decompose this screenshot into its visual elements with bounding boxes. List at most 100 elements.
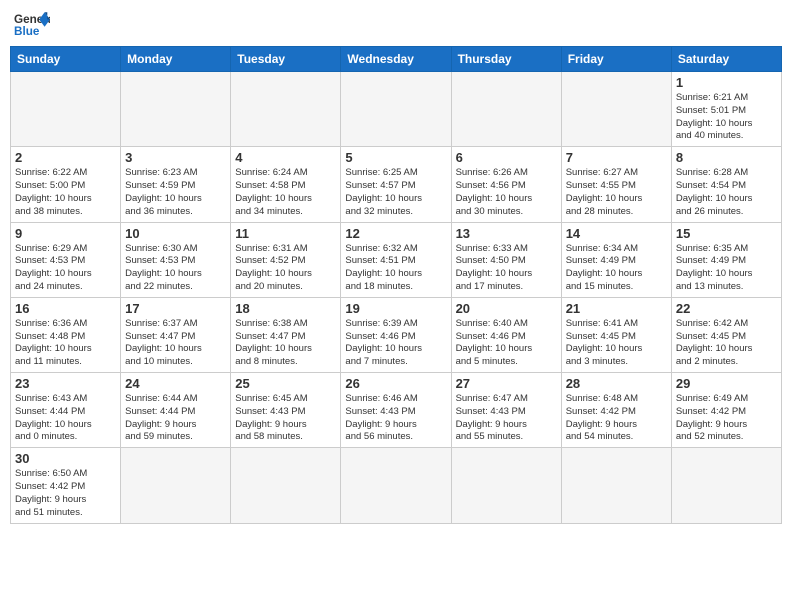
calendar-cell: 3 Sunrise: 6:23 AM Sunset: 4:59 PM Daylig… bbox=[121, 147, 231, 222]
day-number: 11 bbox=[235, 226, 336, 241]
day-number: 13 bbox=[456, 226, 557, 241]
day-number: 15 bbox=[676, 226, 777, 241]
calendar-week-row: 16 Sunrise: 6:36 AM Sunset: 4:48 PM Dayli… bbox=[11, 297, 782, 372]
calendar-cell: 25 Sunrise: 6:45 AM Sunset: 4:43 PM Dayli… bbox=[231, 373, 341, 448]
cell-info: Sunrise: 6:34 AM Sunset: 4:49 PM Dayligh… bbox=[566, 243, 667, 294]
day-number: 28 bbox=[566, 376, 667, 391]
calendar-cell: 7 Sunrise: 6:27 AM Sunset: 4:55 PM Daylig… bbox=[561, 147, 671, 222]
calendar-cell: 19 Sunrise: 6:39 AM Sunset: 4:46 PM Dayli… bbox=[341, 297, 451, 372]
logo: General Blue bbox=[14, 10, 50, 38]
cell-info: Sunrise: 6:26 AM Sunset: 4:56 PM Dayligh… bbox=[456, 167, 557, 218]
calendar-cell: 2 Sunrise: 6:22 AM Sunset: 5:00 PM Daylig… bbox=[11, 147, 121, 222]
day-number: 19 bbox=[345, 301, 446, 316]
day-number: 16 bbox=[15, 301, 116, 316]
calendar-cell bbox=[11, 72, 121, 147]
day-number: 2 bbox=[15, 150, 116, 165]
calendar-cell bbox=[121, 72, 231, 147]
cell-info: Sunrise: 6:28 AM Sunset: 4:54 PM Dayligh… bbox=[676, 167, 777, 218]
calendar-cell: 9 Sunrise: 6:29 AM Sunset: 4:53 PM Daylig… bbox=[11, 222, 121, 297]
cell-info: Sunrise: 6:46 AM Sunset: 4:43 PM Dayligh… bbox=[345, 393, 446, 444]
cell-info: Sunrise: 6:22 AM Sunset: 5:00 PM Dayligh… bbox=[15, 167, 116, 218]
logo-icon: General Blue bbox=[14, 10, 50, 38]
calendar-week-row: 30Sunrise: 6:50 AM Sunset: 4:42 PM Dayli… bbox=[11, 448, 782, 523]
cell-info: Sunrise: 6:27 AM Sunset: 4:55 PM Dayligh… bbox=[566, 167, 667, 218]
cell-info: Sunrise: 6:48 AM Sunset: 4:42 PM Dayligh… bbox=[566, 393, 667, 444]
day-number: 22 bbox=[676, 301, 777, 316]
day-number: 17 bbox=[125, 301, 226, 316]
day-number: 1 bbox=[676, 75, 777, 90]
weekday-header-saturday: Saturday bbox=[671, 47, 781, 72]
cell-info: Sunrise: 6:40 AM Sunset: 4:46 PM Dayligh… bbox=[456, 318, 557, 369]
cell-info: Sunrise: 6:23 AM Sunset: 4:59 PM Dayligh… bbox=[125, 167, 226, 218]
calendar-cell: 30Sunrise: 6:50 AM Sunset: 4:42 PM Dayli… bbox=[11, 448, 121, 523]
calendar-cell: 24Sunrise: 6:44 AM Sunset: 4:44 PM Dayli… bbox=[121, 373, 231, 448]
day-number: 24 bbox=[125, 376, 226, 391]
cell-info: Sunrise: 6:41 AM Sunset: 4:45 PM Dayligh… bbox=[566, 318, 667, 369]
day-number: 29 bbox=[676, 376, 777, 391]
day-number: 27 bbox=[456, 376, 557, 391]
cell-info: Sunrise: 6:39 AM Sunset: 4:46 PM Dayligh… bbox=[345, 318, 446, 369]
calendar-cell: 27 Sunrise: 6:47 AM Sunset: 4:43 PM Dayli… bbox=[451, 373, 561, 448]
cell-info: Sunrise: 6:21 AM Sunset: 5:01 PM Dayligh… bbox=[676, 92, 777, 143]
cell-info: Sunrise: 6:50 AM Sunset: 4:42 PM Dayligh… bbox=[15, 468, 116, 519]
calendar-cell bbox=[561, 72, 671, 147]
calendar-week-row: 23 Sunrise: 6:43 AM Sunset: 4:44 PM Dayli… bbox=[11, 373, 782, 448]
cell-info: Sunrise: 6:49 AM Sunset: 4:42 PM Dayligh… bbox=[676, 393, 777, 444]
calendar-table: SundayMondayTuesdayWednesdayThursdayFrid… bbox=[10, 46, 782, 524]
weekday-header-tuesday: Tuesday bbox=[231, 47, 341, 72]
weekday-header-monday: Monday bbox=[121, 47, 231, 72]
day-number: 23 bbox=[15, 376, 116, 391]
cell-info: Sunrise: 6:37 AM Sunset: 4:47 PM Dayligh… bbox=[125, 318, 226, 369]
calendar-cell: 6Sunrise: 6:26 AM Sunset: 4:56 PM Daylig… bbox=[451, 147, 561, 222]
calendar-cell: 21Sunrise: 6:41 AM Sunset: 4:45 PM Dayli… bbox=[561, 297, 671, 372]
calendar-cell bbox=[121, 448, 231, 523]
weekday-header-sunday: Sunday bbox=[11, 47, 121, 72]
day-number: 10 bbox=[125, 226, 226, 241]
cell-info: Sunrise: 6:24 AM Sunset: 4:58 PM Dayligh… bbox=[235, 167, 336, 218]
calendar-cell bbox=[451, 448, 561, 523]
day-number: 12 bbox=[345, 226, 446, 241]
cell-info: Sunrise: 6:32 AM Sunset: 4:51 PM Dayligh… bbox=[345, 243, 446, 294]
day-number: 20 bbox=[456, 301, 557, 316]
calendar-cell bbox=[561, 448, 671, 523]
cell-info: Sunrise: 6:42 AM Sunset: 4:45 PM Dayligh… bbox=[676, 318, 777, 369]
calendar-cell bbox=[341, 448, 451, 523]
cell-info: Sunrise: 6:25 AM Sunset: 4:57 PM Dayligh… bbox=[345, 167, 446, 218]
day-number: 25 bbox=[235, 376, 336, 391]
cell-info: Sunrise: 6:47 AM Sunset: 4:43 PM Dayligh… bbox=[456, 393, 557, 444]
calendar-week-row: 9 Sunrise: 6:29 AM Sunset: 4:53 PM Daylig… bbox=[11, 222, 782, 297]
cell-info: Sunrise: 6:45 AM Sunset: 4:43 PM Dayligh… bbox=[235, 393, 336, 444]
day-number: 3 bbox=[125, 150, 226, 165]
calendar-cell: 10 Sunrise: 6:30 AM Sunset: 4:53 PM Dayli… bbox=[121, 222, 231, 297]
calendar-cell: 20 Sunrise: 6:40 AM Sunset: 4:46 PM Dayli… bbox=[451, 297, 561, 372]
calendar-cell: 26Sunrise: 6:46 AM Sunset: 4:43 PM Dayli… bbox=[341, 373, 451, 448]
day-number: 14 bbox=[566, 226, 667, 241]
calendar-cell: 23 Sunrise: 6:43 AM Sunset: 4:44 PM Dayli… bbox=[11, 373, 121, 448]
weekday-header-friday: Friday bbox=[561, 47, 671, 72]
calendar-cell bbox=[341, 72, 451, 147]
day-number: 5 bbox=[345, 150, 446, 165]
calendar-cell: 4Sunrise: 6:24 AM Sunset: 4:58 PM Daylig… bbox=[231, 147, 341, 222]
calendar-cell: 17 Sunrise: 6:37 AM Sunset: 4:47 PM Dayli… bbox=[121, 297, 231, 372]
cell-info: Sunrise: 6:29 AM Sunset: 4:53 PM Dayligh… bbox=[15, 243, 116, 294]
calendar-cell: 29 Sunrise: 6:49 AM Sunset: 4:42 PM Dayli… bbox=[671, 373, 781, 448]
calendar-week-row: 1 Sunrise: 6:21 AM Sunset: 5:01 PM Daylig… bbox=[11, 72, 782, 147]
calendar-cell bbox=[231, 448, 341, 523]
calendar-cell: 15Sunrise: 6:35 AM Sunset: 4:49 PM Dayli… bbox=[671, 222, 781, 297]
calendar-cell bbox=[451, 72, 561, 147]
day-number: 9 bbox=[15, 226, 116, 241]
cell-info: Sunrise: 6:30 AM Sunset: 4:53 PM Dayligh… bbox=[125, 243, 226, 294]
cell-info: Sunrise: 6:38 AM Sunset: 4:47 PM Dayligh… bbox=[235, 318, 336, 369]
svg-text:Blue: Blue bbox=[14, 25, 40, 38]
cell-info: Sunrise: 6:36 AM Sunset: 4:48 PM Dayligh… bbox=[15, 318, 116, 369]
calendar-cell: 5 Sunrise: 6:25 AM Sunset: 4:57 PM Daylig… bbox=[341, 147, 451, 222]
calendar-cell: 16 Sunrise: 6:36 AM Sunset: 4:48 PM Dayli… bbox=[11, 297, 121, 372]
cell-info: Sunrise: 6:43 AM Sunset: 4:44 PM Dayligh… bbox=[15, 393, 116, 444]
day-number: 7 bbox=[566, 150, 667, 165]
day-number: 18 bbox=[235, 301, 336, 316]
day-number: 8 bbox=[676, 150, 777, 165]
calendar-cell: 18 Sunrise: 6:38 AM Sunset: 4:47 PM Dayli… bbox=[231, 297, 341, 372]
page-header: General Blue bbox=[10, 10, 782, 38]
calendar-cell: 28 Sunrise: 6:48 AM Sunset: 4:42 PM Dayli… bbox=[561, 373, 671, 448]
calendar-cell: 11Sunrise: 6:31 AM Sunset: 4:52 PM Dayli… bbox=[231, 222, 341, 297]
